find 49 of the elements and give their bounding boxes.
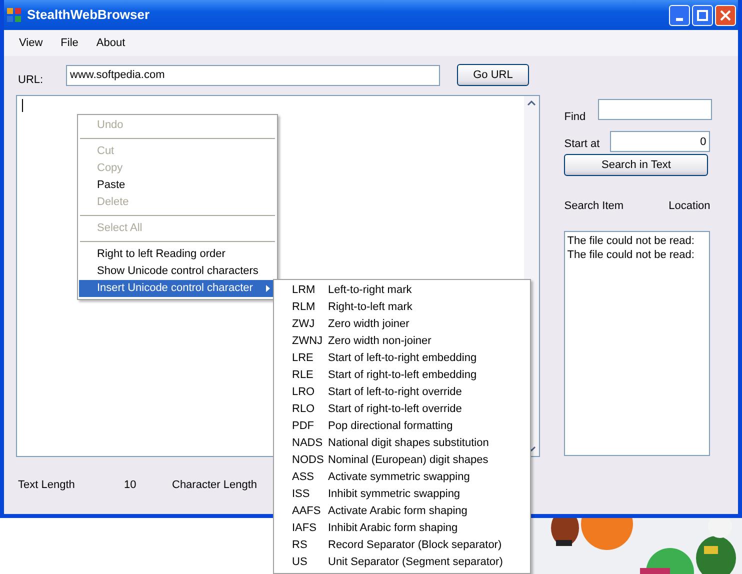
status-label: Text Length xyxy=(18,478,76,492)
menu-item[interactable]: About xyxy=(87,34,134,52)
menu-item[interactable]: IAFS Inhibit Arabic form shaping xyxy=(275,520,529,537)
menu-item[interactable]: RLE Start of right-to-left embedding xyxy=(275,367,529,384)
result-line: The file could not be read: xyxy=(567,234,696,248)
minimize-icon xyxy=(676,18,683,20)
status-value: 10 xyxy=(124,478,138,492)
url-label: URL: xyxy=(18,73,44,88)
menu-item[interactable]: AAFS Activate Arabic form shaping xyxy=(275,503,529,520)
column-header: Search Item xyxy=(564,199,624,214)
menu-item[interactable]: NADS National digit shapes substitution xyxy=(275,435,529,452)
menu-item[interactable]: NODS Nominal (European) digit shapes xyxy=(275,452,529,469)
menu-item[interactable]: Right to left Reading order xyxy=(79,246,276,263)
menu-item[interactable]: Insert Unicode control character xyxy=(79,280,276,297)
status-label: Character Length xyxy=(172,478,257,492)
window-title: StealthWebBrowser xyxy=(27,6,151,24)
start-at-field[interactable]: 0 xyxy=(610,131,710,152)
start-at-label: Start at xyxy=(564,136,601,152)
menu-item[interactable]: LRE Start of left-to-right embedding xyxy=(275,350,529,367)
search-in-text-button[interactable]: Search in Text xyxy=(564,154,708,176)
menu-item[interactable]: ZWNJ Zero width non-joiner xyxy=(275,333,529,350)
close-icon xyxy=(720,10,731,20)
submenu-arrow-icon xyxy=(266,285,270,292)
app-icon xyxy=(6,7,22,23)
menu-item[interactable]: RLM Right-to-left mark xyxy=(275,299,529,316)
menu-item[interactable]: RS Record Separator (Block separator) xyxy=(275,537,529,554)
find-label: Find xyxy=(564,110,587,124)
maximize-button[interactable] xyxy=(692,4,713,26)
result-line: The file could not be read: xyxy=(567,248,696,262)
find-field[interactable] xyxy=(598,99,712,120)
menu-item[interactable]: File xyxy=(52,34,88,52)
menu-item[interactable]: ZWJ Zero width joiner xyxy=(275,316,529,333)
menu-item[interactable]: ASS Activate symmetric swapping xyxy=(275,469,529,486)
menu-item[interactable]: US Unit Separator (Segment separator) xyxy=(275,554,529,571)
close-button[interactable] xyxy=(715,4,736,26)
menu-item[interactable]: LRM Left-to-right mark xyxy=(275,282,529,299)
column-header: Location xyxy=(668,199,710,214)
url-field[interactable]: www.softpedia.com xyxy=(66,64,440,86)
menu-item[interactable]: View xyxy=(10,34,52,52)
menu-item[interactable]: ISS Inhibit symmetric swapping xyxy=(275,486,529,503)
results-list[interactable]: The file could not be read: The file could not be read: xyxy=(564,230,710,456)
menu-item[interactable]: Show Unicode control characters xyxy=(79,263,276,280)
menu-item[interactable]: Paste xyxy=(79,177,276,194)
minimize-button[interactable] xyxy=(669,4,690,26)
maximize-icon xyxy=(697,10,708,20)
menu-item[interactable]: LRO Start of left-to-right override xyxy=(275,384,529,401)
go-url-button[interactable]: Go URL xyxy=(457,64,529,86)
menu-item[interactable]: PDF Pop directional formatting xyxy=(275,418,529,435)
menu-item[interactable]: RLO Start of right-to-left override xyxy=(275,401,529,418)
